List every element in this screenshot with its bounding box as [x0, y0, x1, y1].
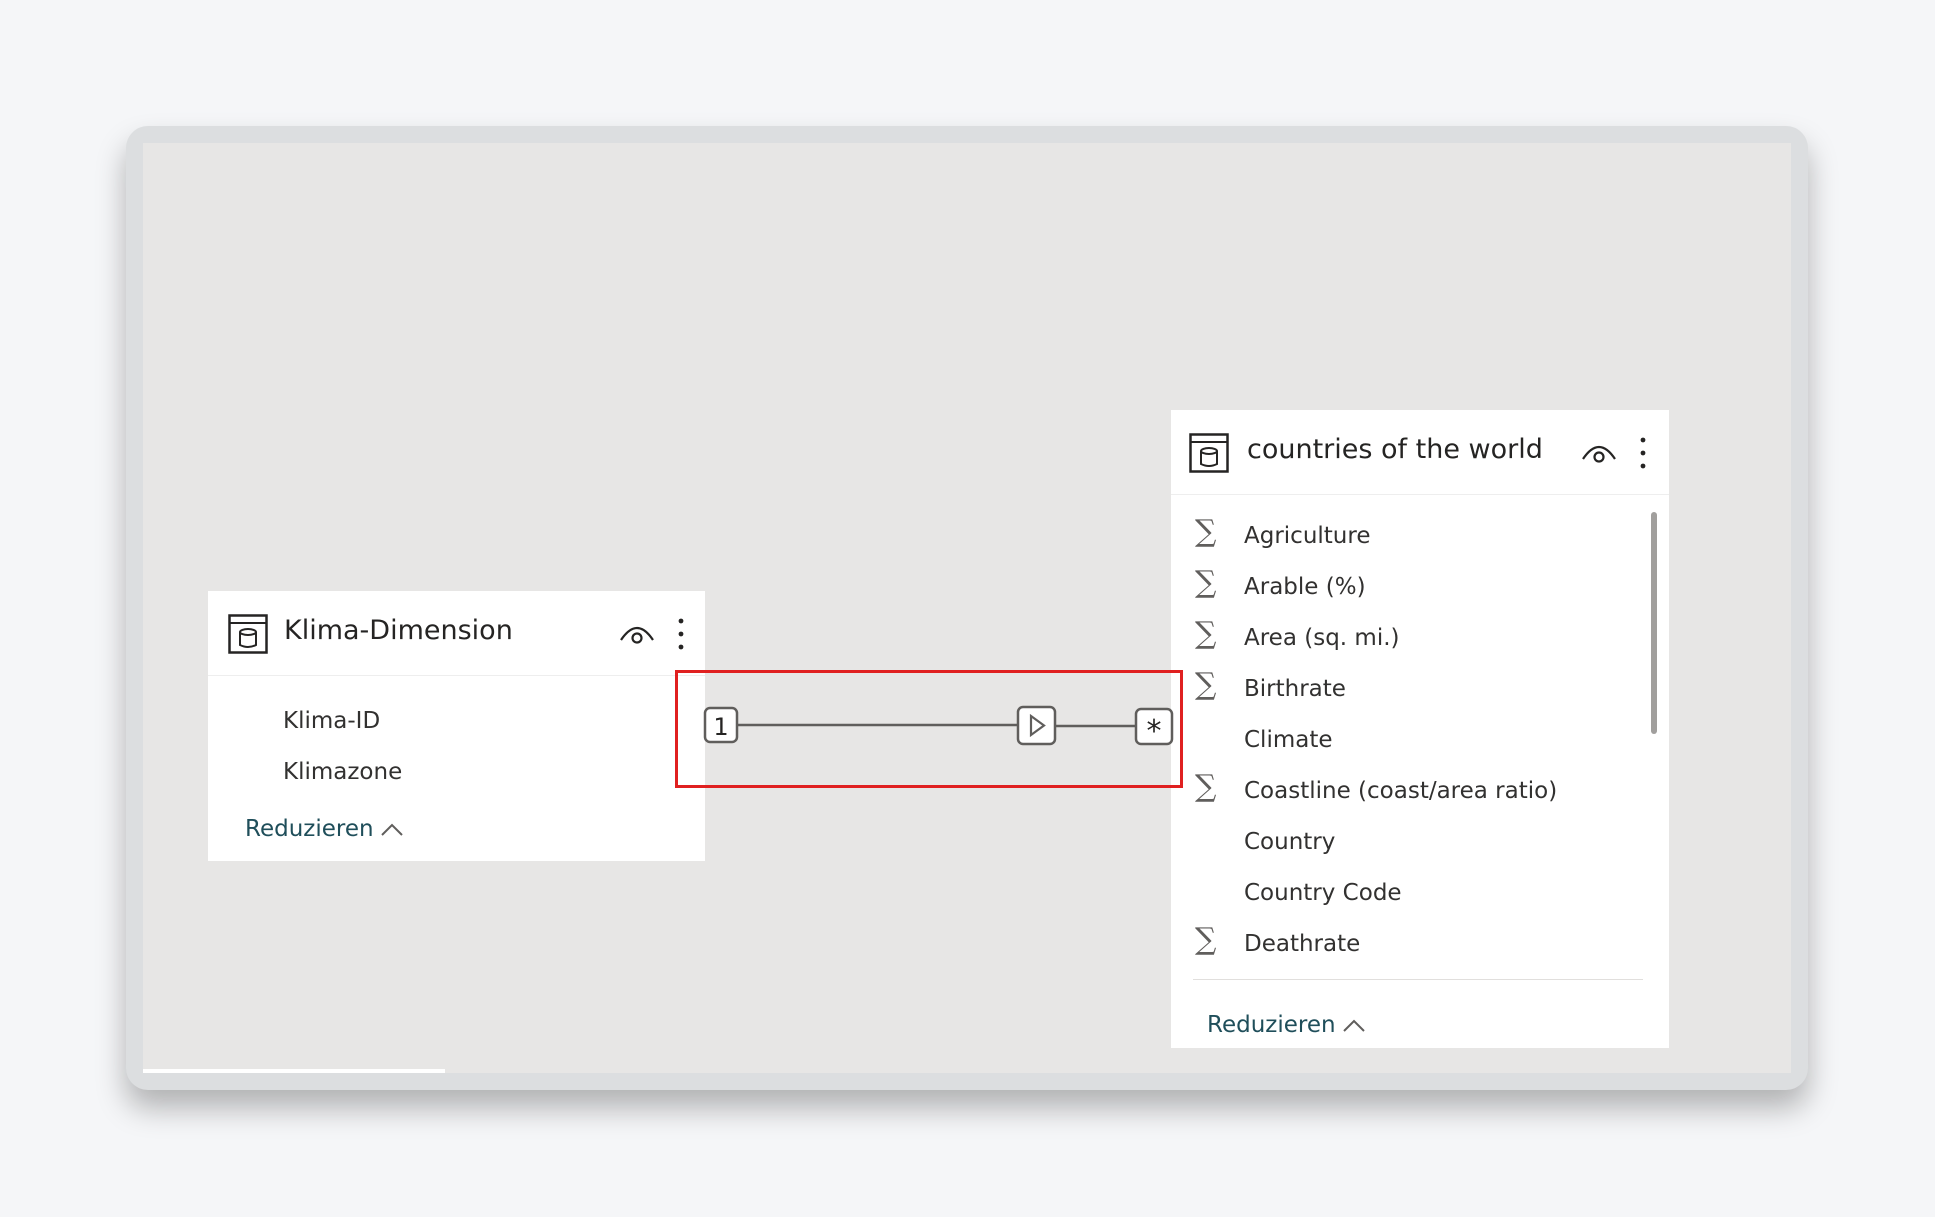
field-list-scrollbar[interactable]: [1651, 512, 1657, 734]
table-icon: [228, 614, 268, 654]
chevron-up-icon: [1342, 1019, 1365, 1032]
table-title: Klima-Dimension: [284, 615, 513, 646]
table-icon: [1189, 433, 1229, 473]
collapse-button[interactable]: Reduzieren: [1207, 1012, 1366, 1038]
field-klimazone[interactable]: Klimazone: [283, 759, 402, 785]
field-arable[interactable]: Arable (%): [1244, 574, 1366, 600]
field-deathrate[interactable]: Deathrate: [1244, 931, 1360, 957]
field-coastline[interactable]: Coastline (coast/area ratio): [1244, 778, 1557, 804]
table-card-header: countries of the world: [1171, 410, 1669, 495]
sigma-icon: ∑: [1195, 769, 1217, 804]
field-birthrate[interactable]: Birthrate: [1244, 676, 1346, 702]
canvas-scroll-strip: [143, 1069, 445, 1073]
collapse-label: Reduzieren: [1207, 1012, 1336, 1038]
field-area[interactable]: Area (sq. mi.): [1244, 625, 1400, 651]
table-title: countries of the world: [1247, 434, 1543, 465]
table-card-countries-of-the-world[interactable]: countries of the world ∑ Agriculture ∑ A…: [1171, 410, 1669, 1048]
sigma-icon: ∑: [1195, 565, 1217, 600]
more-options-icon[interactable]: [1638, 435, 1648, 471]
sigma-icon: ∑: [1195, 922, 1217, 957]
visibility-eye-icon[interactable]: [1581, 441, 1617, 465]
chevron-up-icon: [380, 823, 403, 836]
sigma-icon: ∑: [1195, 514, 1217, 549]
field-country-code[interactable]: Country Code: [1244, 880, 1402, 906]
more-options-icon[interactable]: [676, 616, 686, 652]
list-divider: [1193, 979, 1643, 980]
sigma-icon: ∑: [1195, 616, 1217, 651]
collapse-label: Reduzieren: [245, 816, 374, 842]
field-klima-id[interactable]: Klima-ID: [283, 708, 380, 734]
table-card-header: Klima-Dimension: [208, 591, 705, 676]
visibility-eye-icon[interactable]: [619, 622, 655, 646]
table-card-klima-dimension[interactable]: Klima-Dimension Klima-ID Klimazone Reduz…: [208, 591, 705, 861]
sigma-icon: ∑: [1195, 667, 1217, 702]
field-climate[interactable]: Climate: [1244, 727, 1333, 753]
collapse-button[interactable]: Reduzieren: [245, 816, 404, 842]
field-country[interactable]: Country: [1244, 829, 1335, 855]
relationship-highlight-box: [675, 670, 1183, 788]
field-agriculture[interactable]: Agriculture: [1244, 523, 1371, 549]
